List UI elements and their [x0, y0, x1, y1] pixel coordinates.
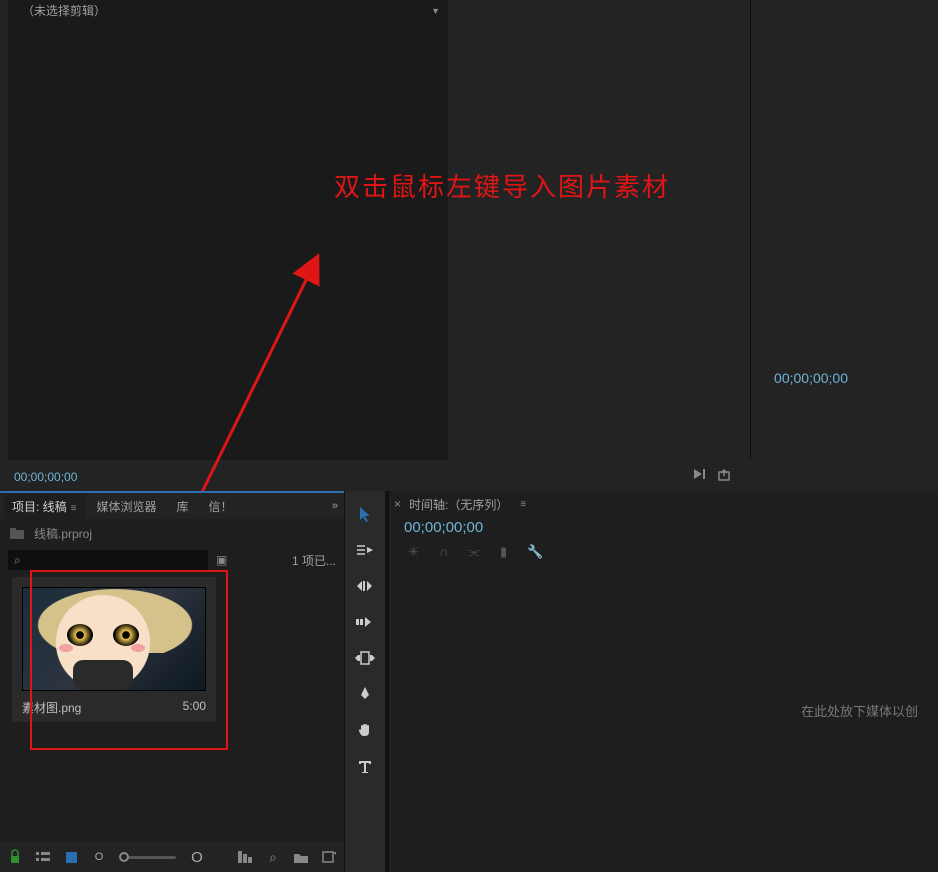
source-monitor-panel[interactable]: （未选择剪辑） ▼	[8, 0, 448, 460]
rate-stretch-tool[interactable]	[352, 611, 378, 633]
tab-library[interactable]: 库	[169, 494, 197, 519]
new-bin-icon[interactable]	[294, 850, 308, 864]
wrench-icon[interactable]: 🔧	[527, 544, 543, 560]
clip-duration: 5:00	[183, 699, 206, 716]
snap-icon[interactable]: ✳	[408, 544, 419, 560]
linked-selection-icon[interactable]: ⫘	[468, 544, 480, 560]
item-count: 1 项已...	[292, 552, 336, 569]
project-file-name: 线稿.prproj	[34, 525, 92, 542]
zoom-max-icon[interactable]: O	[190, 850, 204, 864]
search-field[interactable]: ⌕	[8, 550, 208, 570]
type-tool[interactable]	[352, 755, 378, 777]
play-icon[interactable]	[694, 468, 708, 482]
list-view-icon[interactable]	[36, 850, 50, 864]
close-panel-icon[interactable]: ×	[394, 497, 401, 511]
project-bin-area[interactable]: 素材图.png 5:00	[0, 573, 344, 839]
program-transport-controls	[694, 468, 732, 482]
program-monitor-panel: 00;00;00;00	[455, 0, 938, 491]
ripple-edit-tool[interactable]	[352, 575, 378, 597]
sort-icon[interactable]	[238, 850, 252, 864]
lower-region: 项目: 线稿 ≡ 媒体浏览器 库 信！ » 线稿.prproj ⌕ ▣ 1 项已.…	[0, 491, 938, 872]
thumbnail-zoom-slider[interactable]	[120, 856, 176, 859]
project-tabs: 项目: 线稿 ≡ 媒体浏览器 库 信！ »	[0, 493, 344, 519]
tab-project-label: 项目: 线稿	[12, 500, 67, 514]
slip-tool[interactable]	[352, 647, 378, 669]
annotation-text: 双击鼠标左键导入图片素材	[334, 167, 670, 204]
program-timecode[interactable]: 00;00;00;00	[774, 370, 848, 386]
pen-tool[interactable]	[352, 683, 378, 705]
project-footer: O O ⌕	[0, 842, 344, 872]
filter-bin-icon[interactable]: ▣	[216, 553, 227, 567]
clip-name: 素材图.png	[22, 699, 81, 716]
clip-thumbnail[interactable]	[22, 587, 206, 691]
timeline-drop-hint: 在此处放下媒体以创	[801, 701, 918, 720]
selection-tool[interactable]	[352, 503, 378, 525]
magnet-icon[interactable]: ∩	[439, 544, 448, 560]
search-row: ⌕ ▣ 1 项已...	[0, 547, 344, 573]
icon-view-icon[interactable]	[64, 850, 78, 864]
vertical-divider[interactable]	[386, 491, 389, 872]
source-title: （未选择剪辑）	[16, 0, 112, 21]
tab-project[interactable]: 项目: 线稿 ≡	[4, 494, 85, 519]
source-timecode[interactable]: 00;00;00;00	[14, 470, 77, 484]
overflow-chevron-icon[interactable]: »	[332, 500, 338, 512]
find-icon[interactable]: ⌕	[266, 850, 280, 864]
tools-panel	[344, 491, 386, 872]
timeline-header: × 时间轴:（无序列） ≡	[386, 491, 938, 517]
tab-info[interactable]: 信！	[201, 494, 241, 519]
dropdown-icon[interactable]: ▼	[431, 6, 440, 16]
upper-region: （未选择剪辑） ▼ 00;00;00;00 00;00;00;00	[0, 0, 938, 491]
bin-icon	[10, 528, 24, 539]
project-panel: 项目: 线稿 ≡ 媒体浏览器 库 信！ » 线稿.prproj ⌕ ▣ 1 项已.…	[0, 491, 344, 872]
new-item-icon[interactable]	[322, 850, 336, 864]
tab-media-browser[interactable]: 媒体浏览器	[89, 494, 165, 519]
timeline-panel: × 时间轴:（无序列） ≡ 00;00;00;00 ✳ ∩ ⫘ ▮ 🔧 在此处放…	[386, 491, 938, 872]
hand-tool[interactable]	[352, 719, 378, 741]
export-frame-icon[interactable]	[718, 468, 732, 482]
timeline-title: 时间轴:（无序列）	[409, 496, 508, 513]
clip-thumbnail-card[interactable]: 素材图.png 5:00	[12, 577, 216, 722]
lock-icon[interactable]	[8, 850, 22, 864]
panel-menu-icon[interactable]: ≡	[520, 499, 526, 510]
panel-menu-icon[interactable]: ≡	[71, 503, 77, 514]
timeline-timecode[interactable]: 00;00;00;00	[386, 519, 938, 536]
timeline-toolbar: ✳ ∩ ⫘ ▮ 🔧	[386, 544, 938, 560]
search-icon: ⌕	[14, 553, 21, 568]
zoom-min-icon[interactable]: O	[92, 850, 106, 864]
track-select-tool[interactable]	[352, 539, 378, 561]
search-input[interactable]	[27, 554, 202, 566]
project-file-row: 线稿.prproj	[0, 519, 344, 547]
marker-icon[interactable]: ▮	[500, 544, 507, 560]
